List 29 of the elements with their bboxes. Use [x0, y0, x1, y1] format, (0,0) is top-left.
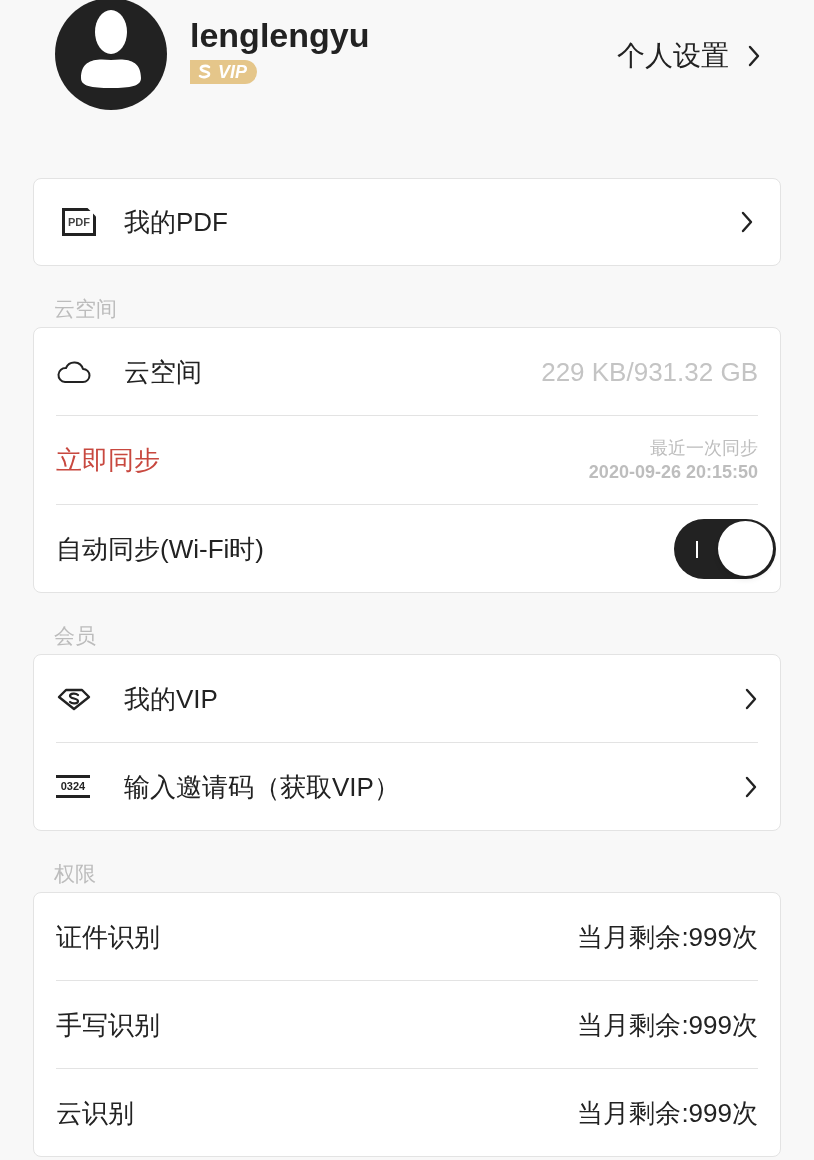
username: lenglengyu — [190, 18, 370, 52]
chevron-right-icon — [744, 774, 758, 799]
chevron-right-icon — [740, 210, 754, 234]
pdf-icon: PDF — [62, 208, 96, 236]
vip-badge: VIP — [190, 60, 257, 84]
quota-value: 当月剩余:999次 — [577, 1011, 758, 1038]
quota-value: 当月剩余:999次 — [577, 923, 758, 950]
row-label: 手写识别 — [56, 1011, 160, 1038]
sync-time: 2020-09-26 20:15:50 — [588, 461, 758, 484]
storage-usage: 229 KB/931.32 GB — [541, 358, 758, 385]
row-label: 证件识别 — [56, 923, 160, 950]
row-label: 我的PDF — [124, 209, 228, 235]
chevron-right-icon — [747, 44, 761, 68]
chevron-right-icon — [744, 686, 758, 711]
personal-settings-link[interactable]: 个人设置 — [617, 42, 761, 70]
section-title: 云空间 — [54, 298, 117, 319]
section-title: 会员 — [54, 625, 96, 646]
row-label: 云空间 — [124, 358, 202, 385]
menu-item[interactable]: 0324 输入邀请码（获取VIP） — [56, 743, 758, 830]
row-label: 我的VIP — [124, 685, 218, 712]
menu-card[interactable]: PDF 我的PDF — [33, 178, 781, 266]
menu-item[interactable]: 我的VIP — [56, 655, 758, 742]
section-title: 权限 — [54, 863, 96, 884]
row-label: 云识别 — [56, 1099, 134, 1126]
quota-value: 当月剩余:999次 — [577, 1099, 758, 1126]
row-label: 输入邀请码（获取VIP） — [124, 773, 400, 800]
cloud-icon — [56, 358, 92, 385]
sync-now-button[interactable]: 立即同步 — [56, 447, 160, 473]
row-label: 自动同步(Wi-Fi时) — [56, 535, 264, 562]
